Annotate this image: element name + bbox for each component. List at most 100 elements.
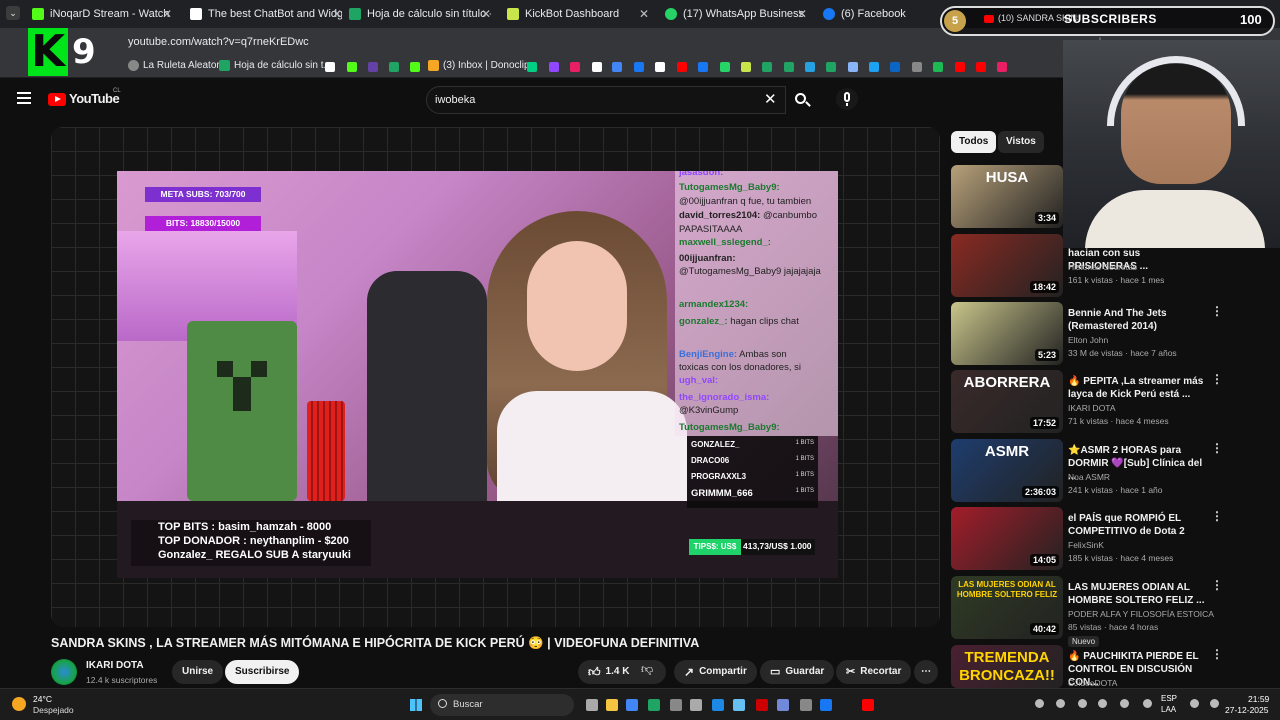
more-vert-icon[interactable]: ⋮: [1211, 304, 1223, 318]
bookmark-favicon-icon[interactable]: [869, 62, 879, 72]
bookmark-favicon-icon[interactable]: [997, 62, 1007, 72]
search-input[interactable]: iwobeka: [435, 94, 475, 106]
taskbar-app-icon[interactable]: [712, 699, 724, 711]
bookmark-favicon-icon[interactable]: [848, 62, 858, 72]
dislike-button[interactable]: 👎︎: [641, 662, 653, 677]
clock-time[interactable]: 21:59: [1248, 694, 1269, 704]
taskbar-app-icon[interactable]: [733, 699, 745, 711]
system-tray-icon[interactable]: [1056, 699, 1065, 708]
tab-search-icon[interactable]: ⌄: [6, 6, 20, 20]
rec-channel[interactable]: CJideoDOTA: [1068, 678, 1117, 688]
browser-tab[interactable]: The best ChatBot and Widgets✕: [190, 4, 342, 24]
rec-thumbnail[interactable]: 14:05: [951, 507, 1063, 570]
language-2[interactable]: LAA: [1161, 705, 1176, 714]
rec-channel[interactable]: FelixSinK: [1068, 540, 1104, 550]
bookmark-favicon-icon[interactable]: [389, 62, 399, 72]
rec-channel[interactable]: PODER ALFA Y FILOSOFÍA ESTOICA: [1068, 609, 1214, 619]
clock-date[interactable]: 27-12-2025: [1225, 705, 1268, 715]
rec-thumbnail[interactable]: LAS MUJERES ODIAN AL HOMBRE SOLTERO FELI…: [951, 576, 1063, 639]
more-vert-icon[interactable]: ⋮: [1211, 509, 1223, 523]
channel-avatar[interactable]: [51, 659, 77, 685]
taskbar-app-icon[interactable]: [756, 699, 768, 711]
bookmark-favicon-icon[interactable]: [933, 62, 943, 72]
weather-icon[interactable]: [12, 697, 26, 711]
bookmark-favicon-icon[interactable]: [410, 62, 420, 72]
more-vert-icon[interactable]: ⋮: [1211, 647, 1223, 661]
taskbar-app-icon[interactable]: [777, 699, 789, 711]
rec-title[interactable]: Bennie And The Jets (Remastered 2014): [1068, 307, 1208, 333]
close-icon[interactable]: ✕: [481, 7, 491, 21]
youtube-logo-icon[interactable]: [48, 93, 66, 106]
bookmark-favicon-icon[interactable]: [762, 62, 772, 72]
bookmark-item[interactable]: La Ruleta Aleatoria: [128, 60, 228, 71]
bookmark-favicon-icon[interactable]: [570, 62, 580, 72]
channel-name[interactable]: IKARI DOTA: [86, 660, 144, 671]
more-actions-button[interactable]: ⋯: [914, 660, 938, 684]
bookmark-favicon-icon[interactable]: [325, 62, 335, 72]
search-box[interactable]: iwobeka ✕: [426, 86, 786, 114]
taskbar-app-icon[interactable]: [626, 699, 638, 711]
bookmark-favicon-icon[interactable]: [955, 62, 965, 72]
chip-all[interactable]: Todos: [951, 131, 997, 153]
share-button[interactable]: ↗ Compartir: [674, 660, 757, 684]
taskbar-app-icon[interactable]: [586, 699, 598, 711]
bookmark-item[interactable]: Hoja de cálculo sin t...: [219, 60, 332, 71]
browser-tab[interactable]: Hoja de cálculo sin título - Hoja✕: [349, 4, 491, 24]
taskbar-app-icon[interactable]: [820, 699, 832, 711]
system-tray-icon[interactable]: [1143, 699, 1152, 708]
bookmark-favicon-icon[interactable]: [612, 62, 622, 72]
microphone-icon[interactable]: [836, 88, 858, 110]
windows-start-icon[interactable]: [410, 699, 422, 711]
rec-channel[interactable]: Elton John: [1068, 335, 1108, 345]
rec-title[interactable]: el PAÍS que ROMPIÓ EL COMPETITIVO de Dot…: [1068, 512, 1208, 538]
subscribe-button[interactable]: Suscribirse: [225, 660, 300, 684]
system-tray-icon[interactable]: [1078, 699, 1087, 708]
taskbar-app-icon[interactable]: [606, 699, 618, 711]
bookmark-item[interactable]: (3) Inbox | Donoclip: [428, 60, 530, 71]
rec-title[interactable]: 🔥 PEPITA ,La streamer más layca de Kick …: [1068, 375, 1208, 401]
taskbar-app-icon[interactable]: [800, 699, 812, 711]
system-tray-icon[interactable]: [1120, 699, 1129, 708]
search-button[interactable]: [786, 86, 818, 114]
bookmark-favicon-icon[interactable]: [976, 62, 986, 72]
browser-tab[interactable]: (17) WhatsApp Business ✕: [665, 4, 807, 24]
bookmark-favicon-icon[interactable]: [720, 62, 730, 72]
bookmark-favicon-icon[interactable]: [677, 62, 687, 72]
clip-button[interactable]: ✂ Recortar: [836, 660, 912, 684]
close-icon[interactable]: ✕: [797, 7, 807, 21]
more-vert-icon[interactable]: ⋮: [1211, 372, 1223, 386]
browser-tab[interactable]: (6) Facebook: [823, 4, 933, 24]
bookmark-favicon-icon[interactable]: [741, 62, 751, 72]
close-icon[interactable]: ✕: [162, 7, 172, 21]
bookmark-favicon-icon[interactable]: [347, 62, 357, 72]
browser-tab[interactable]: iNoqarD Stream - Watch Live o✕: [32, 4, 172, 24]
system-tray-icon[interactable]: [1098, 699, 1107, 708]
taskbar-app-icon[interactable]: [670, 699, 682, 711]
more-vert-icon[interactable]: ⋮: [1211, 578, 1223, 592]
taskbar-app-icon[interactable]: [648, 699, 660, 711]
bookmark-favicon-icon[interactable]: [912, 62, 922, 72]
rec-channel[interactable]: IKARI DOTA: [1068, 403, 1116, 413]
address-bar[interactable]: youtube.com/watch?v=q7rneKrEDwc: [128, 36, 309, 48]
taskbar-search[interactable]: Buscar: [430, 694, 574, 716]
system-tray-icon[interactable]: [1210, 699, 1219, 708]
browser-tab[interactable]: KickBot Dashboard ✕: [507, 4, 649, 24]
rec-thumbnail[interactable]: ABORRERA 17:52: [951, 370, 1063, 433]
clear-search-icon[interactable]: ✕: [764, 90, 777, 108]
rec-thumbnail[interactable]: 5:23: [951, 302, 1063, 365]
bookmark-favicon-icon[interactable]: [592, 62, 602, 72]
close-icon[interactable]: ✕: [332, 7, 342, 21]
rec-thumbnail[interactable]: HUSA 3:34: [951, 165, 1063, 228]
bookmark-favicon-icon[interactable]: [527, 62, 537, 72]
rec-channel[interactable]: Noa ASMR: [1068, 472, 1110, 482]
rec-channel[interactable]: Histórias Secretas: [1068, 262, 1137, 272]
bookmark-favicon-icon[interactable]: [698, 62, 708, 72]
bookmark-favicon-icon[interactable]: [784, 62, 794, 72]
rec-title[interactable]: LAS MUJERES ODIAN AL HOMBRE SOLTERO FELI…: [1068, 581, 1208, 607]
chip-watched[interactable]: Vistos: [998, 131, 1044, 153]
bookmark-favicon-icon[interactable]: [549, 62, 559, 72]
menu-icon[interactable]: [17, 92, 31, 104]
language-1[interactable]: ESP: [1161, 694, 1177, 703]
taskbar-app-icon[interactable]: [690, 699, 702, 711]
system-tray-icon[interactable]: [1035, 699, 1044, 708]
